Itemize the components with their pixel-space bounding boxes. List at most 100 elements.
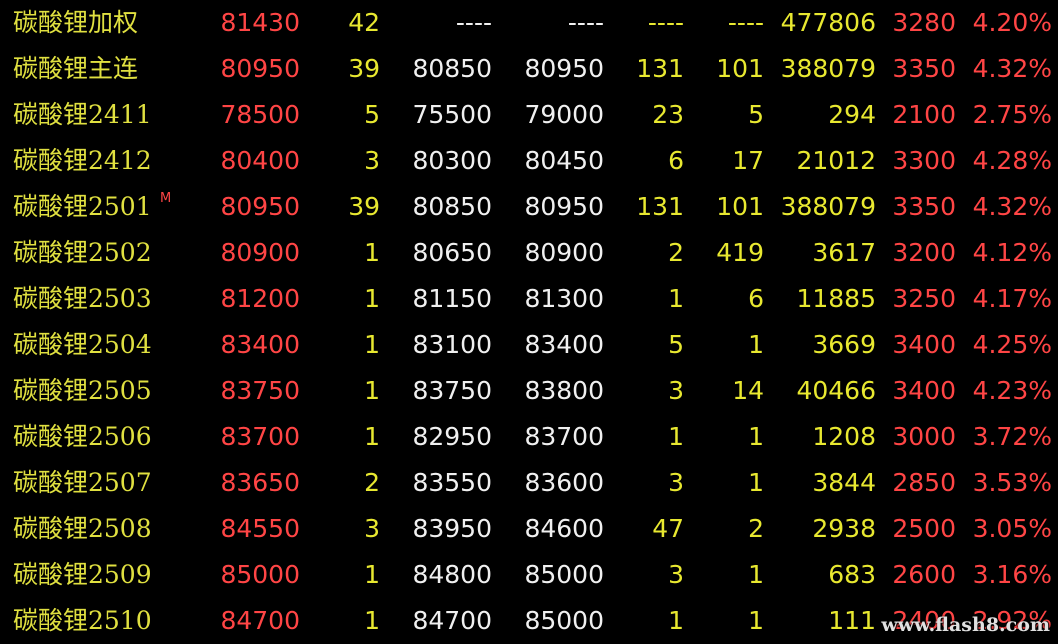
table-row[interactable]: 碳酸锂2411 78500 5 75500 79000 23 5 294 2100 2.75% [0, 92, 1058, 138]
contract-name-cell: 碳酸锂2502 [13, 238, 152, 267]
bid-price-cell: ---- [455, 8, 492, 37]
ask-price-cell: 83700 [524, 422, 604, 451]
main-contract-marker: M [160, 191, 172, 206]
ask-price-cell: 80950 [524, 192, 604, 221]
bid-volume-cell: 5 [668, 330, 684, 359]
open-interest-cell: 3617 [812, 238, 876, 267]
ask-price-cell: 83400 [524, 330, 604, 359]
contract-name-cell: 碳酸锂2504 [13, 330, 152, 359]
volume-cell: 2 [364, 468, 380, 497]
ask-volume-cell: 5 [748, 100, 764, 129]
table-row[interactable]: 碳酸锂主连 80950 39 80850 80950 131 101 388079 3350 4.… [0, 46, 1058, 92]
bid-volume-cell: 1 [668, 606, 684, 635]
change-pct-cell: 4.32% [972, 54, 1052, 83]
change-cell: 2100 [892, 100, 956, 129]
open-interest-cell: 3844 [812, 468, 876, 497]
open-interest-cell: 477806 [780, 8, 876, 37]
open-interest-cell: 11885 [796, 284, 876, 313]
change-pct-cell: 4.28% [972, 146, 1052, 175]
last-price-cell: 84700 [220, 606, 300, 635]
quote-table: 碳酸锂加权 81430 42 ---- ---- ---- ---- 477806 3280 4.… [0, 0, 1058, 644]
change-cell: 3400 [892, 376, 956, 405]
table-row[interactable]: 碳酸锂2508 84550 3 83950 84600 47 2 2938 2500 3.05% [0, 506, 1058, 552]
bid-volume-cell: 47 [652, 514, 684, 543]
bid-volume-cell: 3 [668, 376, 684, 405]
change-cell: 3250 [892, 284, 956, 313]
contract-name-cell: 碳酸锂2412 [13, 146, 152, 175]
last-price-cell: 78500 [220, 100, 300, 129]
bid-volume-cell: ---- [647, 8, 684, 37]
bid-price-cell: 80650 [412, 238, 492, 267]
ask-price-cell: 84600 [524, 514, 604, 543]
contract-name-cell: 碳酸锂2411 [13, 100, 152, 129]
last-price-cell: 80400 [220, 146, 300, 175]
last-price-cell: 83400 [220, 330, 300, 359]
table-row[interactable]: 碳酸锂2505 83750 1 83750 83800 3 14 40466 3400 4.23% [0, 368, 1058, 414]
contract-name-cell: 碳酸锂2508 [13, 514, 152, 543]
last-price-cell: 81430 [220, 8, 300, 37]
change-pct-cell: 3.16% [972, 560, 1052, 589]
last-price-cell: 83700 [220, 422, 300, 451]
volume-cell: 1 [364, 422, 380, 451]
ask-volume-cell: 101 [716, 192, 764, 221]
volume-cell: 1 [364, 376, 380, 405]
change-cell: 3280 [892, 8, 956, 37]
table-row[interactable]: 碳酸锂2412 80400 3 80300 80450 6 17 21012 3300 4.28% [0, 138, 1058, 184]
open-interest-cell: 388079 [780, 54, 876, 83]
table-row[interactable]: 碳酸锂加权 81430 42 ---- ---- ---- ---- 477806 3280 4.… [0, 0, 1058, 46]
bid-volume-cell: 2 [668, 238, 684, 267]
table-row[interactable]: 碳酸锂2504 83400 1 83100 83400 5 1 3669 3400 4.25% [0, 322, 1058, 368]
table-row[interactable]: 碳酸锂2501 M 80950 39 80850 80950 131 101 388079 335… [0, 184, 1058, 230]
table-row[interactable]: 碳酸锂2506 83700 1 82950 83700 1 1 1208 3000 3.72% [0, 414, 1058, 460]
table-row[interactable]: 碳酸锂2507 83650 2 83550 83600 3 1 3844 2850 3.53% [0, 460, 1058, 506]
volume-cell: 1 [364, 330, 380, 359]
ask-volume-cell: 101 [716, 54, 764, 83]
ask-volume-cell: 17 [732, 146, 764, 175]
last-price-cell: 80900 [220, 238, 300, 267]
open-interest-cell: 21012 [796, 146, 876, 175]
last-price-cell: 84550 [220, 514, 300, 543]
bid-price-cell: 84800 [412, 560, 492, 589]
open-interest-cell: 111 [828, 606, 876, 635]
bid-price-cell: 83950 [412, 514, 492, 543]
change-pct-cell: 4.17% [972, 284, 1052, 313]
change-pct-cell: 2.75% [972, 100, 1052, 129]
volume-cell: 1 [364, 284, 380, 313]
table-row[interactable]: 碳酸锂2509 85000 1 84800 85000 3 1 683 2600 3.16% [0, 552, 1058, 598]
last-price-cell: 83650 [220, 468, 300, 497]
open-interest-cell: 2938 [812, 514, 876, 543]
bid-price-cell: 80850 [412, 54, 492, 83]
change-pct-cell: 3.72% [972, 422, 1052, 451]
volume-cell: 42 [348, 8, 380, 37]
volume-cell: 1 [364, 560, 380, 589]
bid-volume-cell: 6 [668, 146, 684, 175]
bid-price-cell: 83550 [412, 468, 492, 497]
bid-price-cell: 84700 [412, 606, 492, 635]
change-pct-cell: 4.25% [972, 330, 1052, 359]
bid-price-cell: 83100 [412, 330, 492, 359]
last-price-cell: 81200 [220, 284, 300, 313]
bid-volume-cell: 131 [636, 192, 684, 221]
contract-name-cell: 碳酸锂2505 [13, 376, 152, 405]
bid-price-cell: 81150 [412, 284, 492, 313]
bid-volume-cell: 1 [668, 422, 684, 451]
open-interest-cell: 683 [828, 560, 876, 589]
ask-price-cell: 79000 [524, 100, 604, 129]
bid-volume-cell: 23 [652, 100, 684, 129]
table-row[interactable]: 碳酸锂2503 81200 1 81150 81300 1 6 11885 3250 4.17% [0, 276, 1058, 322]
ask-price-cell: 80900 [524, 238, 604, 267]
ask-volume-cell: 2 [748, 514, 764, 543]
change-pct-cell: 4.32% [972, 192, 1052, 221]
volume-cell: 3 [364, 146, 380, 175]
volume-cell: 39 [348, 54, 380, 83]
change-cell: 3350 [892, 54, 956, 83]
change-pct-cell: 3.05% [972, 514, 1052, 543]
change-cell: 3300 [892, 146, 956, 175]
table-row[interactable]: 碳酸锂2502 80900 1 80650 80900 2 419 3617 3200 4.12% [0, 230, 1058, 276]
change-cell: 3000 [892, 422, 956, 451]
ask-volume-cell: 1 [748, 468, 764, 497]
bid-volume-cell: 1 [668, 284, 684, 313]
open-interest-cell: 40466 [796, 376, 876, 405]
change-cell: 2500 [892, 514, 956, 543]
contract-name-cell: 碳酸锂2509 [13, 560, 152, 589]
